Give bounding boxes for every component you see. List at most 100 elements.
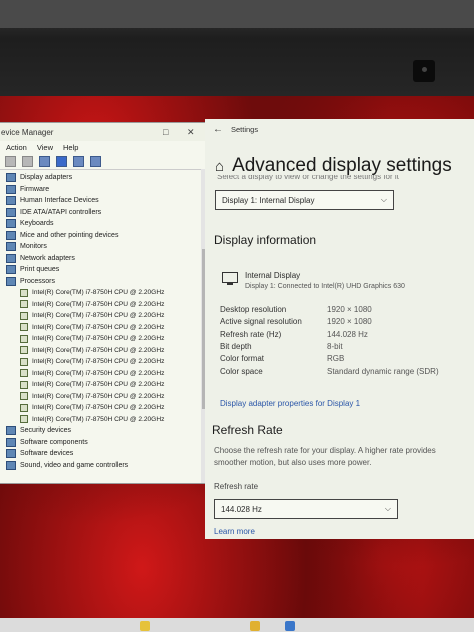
device-manager-window: evice Manager □ ✕ Action View Help Displ… [0,122,208,484]
processor-item[interactable]: Intel(R) Core(TM) i7-8750H CPU @ 2.20GHz [0,379,207,391]
taskbar [0,618,474,632]
info-key: Active signal resolution [220,317,302,327]
device-category[interactable]: Mice and other pointing devices [0,230,207,242]
processor-item[interactable]: Intel(R) Core(TM) i7-8750H CPU @ 2.20GHz [0,322,207,334]
device-label: Security devices [20,427,71,435]
info-value: RGB [327,354,345,364]
device-label: Intel(R) Core(TM) i7-8750H CPU @ 2.20GHz [32,312,165,320]
settings-window: ← Settings ⌂ Advanced display settings S… [205,119,474,539]
cpu-icon [20,380,28,389]
device-category-icon [6,219,16,229]
taskbar-folder-icon[interactable] [250,621,260,631]
device-manager-title: evice Manager [1,127,54,137]
device-category[interactable]: Firmware [0,184,207,196]
device-category[interactable]: Keyboards [0,218,207,230]
learn-more-link[interactable]: Learn more [214,527,255,536]
home-icon[interactable]: ⌂ [215,158,224,175]
device-category-icon [6,207,16,217]
back-icon[interactable] [5,156,16,167]
chevron-down-icon: ⌵ [384,504,391,513]
processor-item[interactable]: Intel(R) Core(TM) i7-8750H CPU @ 2.20GHz [0,356,207,368]
device-category-icon [6,184,16,194]
processor-item[interactable]: Intel(R) Core(TM) i7-8750H CPU @ 2.20GHz [0,402,207,414]
display-name: Internal Display [245,271,301,280]
display-select[interactable]: Display 1: Internal Display ⌵ [215,190,394,210]
device-category[interactable]: Sound, video and game controllers [0,460,207,472]
device-category-icon [6,196,16,206]
menu-help[interactable]: Help [63,143,78,152]
device-category[interactable]: Display adapters [0,172,207,184]
settings-titlebar: ← Settings [205,119,474,139]
close-icon[interactable]: ✕ [187,127,195,138]
device-label: Software devices [20,450,74,458]
device-label: IDE ATA/ATAPI controllers [20,208,102,216]
device-category-icon [6,276,16,286]
device-label: Intel(R) Core(TM) i7-8750H CPU @ 2.20GHz [32,404,165,412]
device-label: Mice and other pointing devices [20,231,119,239]
taskbar-app-icon[interactable] [285,621,295,631]
device-manager-titlebar: evice Manager □ ✕ [0,123,207,141]
processor-item[interactable]: Intel(R) Core(TM) i7-8750H CPU @ 2.20GHz [0,414,207,426]
device-label: Network adapters [20,254,75,262]
page-title: ⌂ Advanced display settings [215,155,452,177]
info-value: 8-bit [327,341,343,351]
device-category-icon [6,460,16,470]
device-label: Intel(R) Core(TM) i7-8750H CPU @ 2.20GHz [32,415,165,423]
cpu-icon [20,392,28,401]
select-display-hint: Select a display to view or change the s… [217,175,399,181]
properties-icon[interactable] [39,156,50,167]
processor-item[interactable]: Intel(R) Core(TM) i7-8750H CPU @ 2.20GHz [0,333,207,345]
display-info-row: Color format RGB [220,354,470,366]
back-arrow-icon[interactable]: ← [205,124,231,135]
display-adapter-properties-link[interactable]: Display adapter properties for Display 1 [220,399,360,408]
device-label: Firmware [20,185,50,193]
laptop-lid-edge [0,0,474,28]
cpu-icon [20,334,28,343]
device-category[interactable]: Software components [0,437,207,449]
forward-icon[interactable] [22,156,33,167]
device-category[interactable]: Security devices [0,425,207,437]
processor-item[interactable]: Intel(R) Core(TM) i7-8750H CPU @ 2.20GHz [0,299,207,311]
monitor-view-icon[interactable] [90,156,101,167]
device-label: Display adapters [20,174,73,182]
processor-item[interactable]: Intel(R) Core(TM) i7-8750H CPU @ 2.20GHz [0,287,207,299]
display-info-row: Active signal resolution 1920 × 1080 [220,317,470,329]
refresh-rate-label: Refresh rate [214,482,259,491]
info-key: Color format [220,354,265,364]
menu-view[interactable]: View [37,143,53,152]
taskbar-app-icon[interactable] [140,621,150,631]
refresh-rate-heading: Refresh Rate [212,423,283,437]
help-icon[interactable] [56,156,67,167]
cpu-icon [20,415,28,424]
cpu-icon [20,323,28,332]
chevron-down-icon: ⌵ [380,195,387,204]
device-category[interactable]: Software devices [0,448,207,460]
info-value: 144.028 Hz [327,329,368,339]
device-label: Intel(R) Core(TM) i7-8750H CPU @ 2.20GHz [32,335,165,343]
device-category[interactable]: Human Interface Devices [0,195,207,207]
maximize-icon[interactable]: □ [163,127,168,137]
device-category-icon [6,242,16,252]
processor-item[interactable]: Intel(R) Core(TM) i7-8750H CPU @ 2.20GHz [0,391,207,403]
scan-hardware-icon[interactable] [73,156,84,167]
device-category[interactable]: Network adapters [0,253,207,265]
device-category[interactable]: Monitors [0,241,207,253]
device-category[interactable]: Print queues [0,264,207,276]
info-key: Refresh rate (Hz) [220,329,282,339]
device-label: Intel(R) Core(TM) i7-8750H CPU @ 2.20GHz [32,358,165,366]
cpu-icon [20,369,28,378]
processor-item[interactable]: Intel(R) Core(TM) i7-8750H CPU @ 2.20GHz [0,310,207,322]
processor-item[interactable]: Intel(R) Core(TM) i7-8750H CPU @ 2.20GHz [0,345,207,357]
processor-item[interactable]: Intel(R) Core(TM) i7-8750H CPU @ 2.20GHz [0,368,207,380]
device-category-icon [6,265,16,275]
device-label: Sound, video and game controllers [20,461,129,469]
refresh-rate-select[interactable]: 144.028 Hz ⌵ [214,499,398,519]
device-manager-menubar: Action View Help [0,141,207,154]
menu-action[interactable]: Action [6,143,27,152]
device-category[interactable]: IDE ATA/ATAPI controllers [0,207,207,219]
device-category[interactable]: Processors [0,276,207,288]
device-category-icon [6,230,16,240]
info-value: 1920 × 1080 [327,317,372,327]
device-label: Intel(R) Core(TM) i7-8750H CPU @ 2.20GHz [32,289,165,297]
refresh-rate-description: Choose the refresh rate for your display… [214,446,436,467]
